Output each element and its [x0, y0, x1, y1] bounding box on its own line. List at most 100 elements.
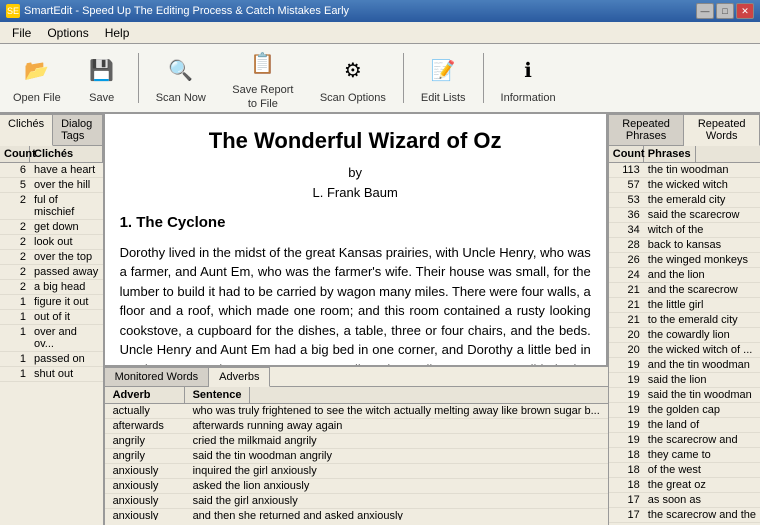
- table-row[interactable]: 17as soon as: [609, 493, 760, 508]
- table-row[interactable]: 20the wicked witch of ...: [609, 343, 760, 358]
- app-icon: SE: [6, 4, 20, 18]
- table-row[interactable]: 17the scarecrow and the: [609, 508, 760, 523]
- edit-lists-button[interactable]: 📝 Edit Lists: [414, 49, 473, 108]
- list-item[interactable]: 1out of it: [0, 310, 103, 325]
- table-row[interactable]: 24and the lion: [609, 268, 760, 283]
- title-controls: — □ ✕: [696, 3, 754, 19]
- table-row[interactable]: 28back to kansas: [609, 238, 760, 253]
- save-report-button[interactable]: 📋 Save Report to File: [221, 41, 305, 114]
- table-row[interactable]: 18the great oz: [609, 478, 760, 493]
- scan-options-label: Scan Options: [320, 92, 386, 104]
- right-rows[interactable]: 113the tin woodman57the wicked witch53th…: [609, 163, 760, 525]
- toolbar-separator-2: [403, 53, 404, 103]
- bottom-col-sentence: Sentence: [185, 387, 251, 403]
- table-row[interactable]: 19the golden cap: [609, 403, 760, 418]
- table-row[interactable]: angrilycried the milkmaid angrily: [105, 434, 608, 449]
- table-row[interactable]: 53the emerald city: [609, 193, 760, 208]
- table-row[interactable]: actuallywho was truly frightened to see …: [105, 404, 608, 419]
- save-icon: 💾: [84, 53, 120, 89]
- left-rows[interactable]: 6have a heart5over the hill2ful of misch…: [0, 163, 103, 520]
- table-row[interactable]: 18of the west: [609, 463, 760, 478]
- menu-help[interactable]: Help: [97, 24, 138, 42]
- scan-options-button[interactable]: ⚙ Scan Options: [313, 49, 393, 108]
- table-row[interactable]: 34witch of the: [609, 223, 760, 238]
- app-title: SmartEdit - Speed Up The Editing Process…: [24, 5, 349, 17]
- table-row[interactable]: 19the land of: [609, 418, 760, 433]
- bottom-panel: Monitored Words Adverbs Adverb Sentence …: [105, 365, 608, 525]
- menu-file[interactable]: File: [4, 24, 39, 42]
- chapter-body: Dorothy lived in the midst of the great …: [120, 243, 591, 366]
- maximize-button[interactable]: □: [716, 3, 734, 19]
- edit-lists-label: Edit Lists: [421, 92, 466, 104]
- table-row[interactable]: 21and the scarecrow: [609, 283, 760, 298]
- table-row[interactable]: 21to the emerald city: [609, 313, 760, 328]
- tab-cliches[interactable]: Clichés: [0, 114, 53, 146]
- list-item[interactable]: 2over the top: [0, 250, 103, 265]
- left-table: Count Clichés 6have a heart5over the hil…: [0, 146, 103, 525]
- scan-now-button[interactable]: 🔍 Scan Now: [149, 49, 213, 108]
- information-label: Information: [501, 92, 556, 104]
- open-file-button[interactable]: 📂 Open File: [6, 49, 68, 108]
- table-row[interactable]: anxiouslyasked the lion anxiously: [105, 479, 608, 494]
- save-button[interactable]: 💾 Save: [76, 49, 128, 108]
- chapter-heading: 1. The Cyclone: [120, 212, 591, 235]
- menu-options[interactable]: Options: [39, 24, 96, 42]
- table-row[interactable]: 19and the tin woodman: [609, 358, 760, 373]
- list-item[interactable]: 5over the hill: [0, 178, 103, 193]
- list-item[interactable]: 2look out: [0, 235, 103, 250]
- table-row[interactable]: 113the tin woodman: [609, 163, 760, 178]
- toolbar: 📂 Open File 💾 Save 🔍 Scan Now 📋 Save Rep…: [0, 44, 760, 114]
- list-item[interactable]: 2a big head: [0, 280, 103, 295]
- toolbar-separator-1: [138, 53, 139, 103]
- table-row[interactable]: 57the wicked witch: [609, 178, 760, 193]
- bottom-table: Adverb Sentence actuallywho was truly fr…: [105, 387, 608, 525]
- scan-now-label: Scan Now: [156, 92, 206, 104]
- list-item[interactable]: 2passed away: [0, 265, 103, 280]
- table-row[interactable]: 19the scarecrow and: [609, 433, 760, 448]
- list-item[interactable]: 6have a heart: [0, 163, 103, 178]
- text-area[interactable]: The Wonderful Wizard of Oz by L. Frank B…: [105, 114, 608, 365]
- tab-repeated-words[interactable]: Repeated Words: [684, 114, 760, 146]
- table-row[interactable]: 20the cowardly lion: [609, 328, 760, 343]
- table-row[interactable]: anxiouslyand then she returned and asked…: [105, 509, 608, 520]
- list-item[interactable]: 2ful of mischief: [0, 193, 103, 220]
- list-item[interactable]: 1figure it out: [0, 295, 103, 310]
- list-item[interactable]: 1over and ov...: [0, 325, 103, 352]
- table-row[interactable]: anxiouslyinquired the girl anxiously: [105, 464, 608, 479]
- bottom-table-header: Adverb Sentence: [105, 387, 608, 404]
- tab-adverbs[interactable]: Adverbs: [209, 367, 270, 387]
- table-row[interactable]: 26the winged monkeys: [609, 253, 760, 268]
- left-col-count: Count: [0, 146, 30, 162]
- minimize-button[interactable]: —: [696, 3, 714, 19]
- edit-lists-icon: 📝: [425, 53, 461, 89]
- tab-repeated-phrases[interactable]: Repeated Phrases: [609, 114, 685, 145]
- tab-monitored-words[interactable]: Monitored Words: [105, 367, 210, 386]
- list-item[interactable]: 2get down: [0, 220, 103, 235]
- menu-bar: File Options Help: [0, 22, 760, 44]
- center-panel: The Wonderful Wizard of Oz by L. Frank B…: [105, 114, 608, 525]
- book-title: The Wonderful Wizard of Oz: [120, 124, 591, 157]
- right-panel: Repeated Phrases Repeated Words Count Ph…: [608, 114, 760, 525]
- table-row[interactable]: anxiouslysaid the girl anxiously: [105, 494, 608, 509]
- information-button[interactable]: ℹ Information: [494, 49, 563, 108]
- title-bar: SE SmartEdit - Speed Up The Editing Proc…: [0, 0, 760, 22]
- save-report-label: Save Report to File: [228, 84, 298, 110]
- bottom-rows[interactable]: actuallywho was truly frightened to see …: [105, 404, 608, 520]
- close-button[interactable]: ✕: [736, 3, 754, 19]
- left-table-header: Count Clichés: [0, 146, 103, 163]
- tab-dialog-tags[interactable]: Dialog Tags: [53, 114, 102, 145]
- table-row[interactable]: 19said the tin woodman: [609, 388, 760, 403]
- table-row[interactable]: 21the little girl: [609, 298, 760, 313]
- table-row[interactable]: afterwardsafterwards running away again: [105, 419, 608, 434]
- table-row[interactable]: 18they came to: [609, 448, 760, 463]
- right-col-count: Count: [609, 146, 644, 162]
- text-author: L. Frank Baum: [120, 183, 591, 203]
- list-item[interactable]: 1shut out: [0, 367, 103, 382]
- information-icon: ℹ: [510, 53, 546, 89]
- table-row[interactable]: angrilysaid the tin woodman angrily: [105, 449, 608, 464]
- table-row[interactable]: 19said the lion: [609, 373, 760, 388]
- table-row[interactable]: 36said the scarecrow: [609, 208, 760, 223]
- right-tab-bar: Repeated Phrases Repeated Words: [609, 114, 760, 146]
- open-file-icon: 📂: [19, 53, 55, 89]
- list-item[interactable]: 1passed on: [0, 352, 103, 367]
